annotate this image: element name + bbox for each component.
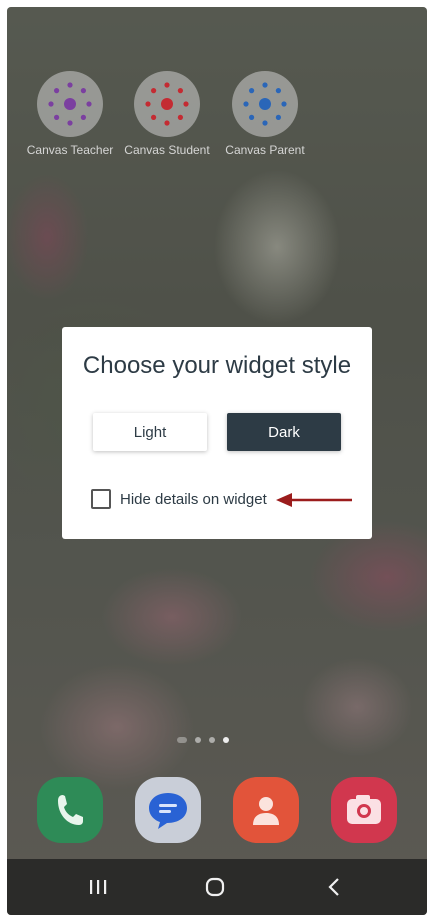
phone-screen: Canvas Teacher Canvas Student Canvas Par… — [7, 7, 427, 915]
messages-icon[interactable] — [135, 777, 201, 843]
page-indicator — [177, 737, 229, 743]
canvas-student-icon — [134, 71, 200, 137]
widget-style-dialog: Choose your widget style Light Dark Hide… — [62, 327, 372, 539]
recent-apps-icon[interactable] — [63, 859, 133, 915]
page-dot — [195, 737, 201, 743]
dialog-title: Choose your widget style — [82, 352, 352, 379]
page-dot-active — [223, 737, 229, 743]
light-button[interactable]: Light — [93, 413, 207, 451]
home-icon[interactable] — [180, 859, 250, 915]
app-label: Canvas Student — [124, 143, 210, 157]
app-canvas-parent[interactable]: Canvas Parent — [217, 71, 313, 157]
camera-icon[interactable] — [331, 777, 397, 843]
navigation-bar — [7, 859, 427, 915]
page-dot — [177, 737, 187, 743]
back-icon[interactable] — [299, 859, 369, 915]
annotation-arrow-icon — [276, 493, 352, 507]
canvas-teacher-icon — [37, 71, 103, 137]
app-label: Canvas Parent — [225, 143, 305, 157]
app-canvas-student[interactable]: Canvas Student — [119, 71, 215, 157]
page-dot — [209, 737, 215, 743]
app-label: Canvas Teacher — [26, 143, 114, 157]
phone-icon[interactable] — [37, 777, 103, 843]
dark-button[interactable]: Dark — [227, 413, 341, 451]
hide-details-checkbox[interactable] — [91, 489, 111, 509]
app-canvas-teacher[interactable]: Canvas Teacher — [22, 71, 118, 157]
hide-details-label: Hide details on widget — [120, 490, 267, 508]
hide-details-row[interactable]: Hide details on widget — [91, 489, 267, 509]
canvas-parent-icon — [232, 71, 298, 137]
contacts-icon[interactable] — [233, 777, 299, 843]
